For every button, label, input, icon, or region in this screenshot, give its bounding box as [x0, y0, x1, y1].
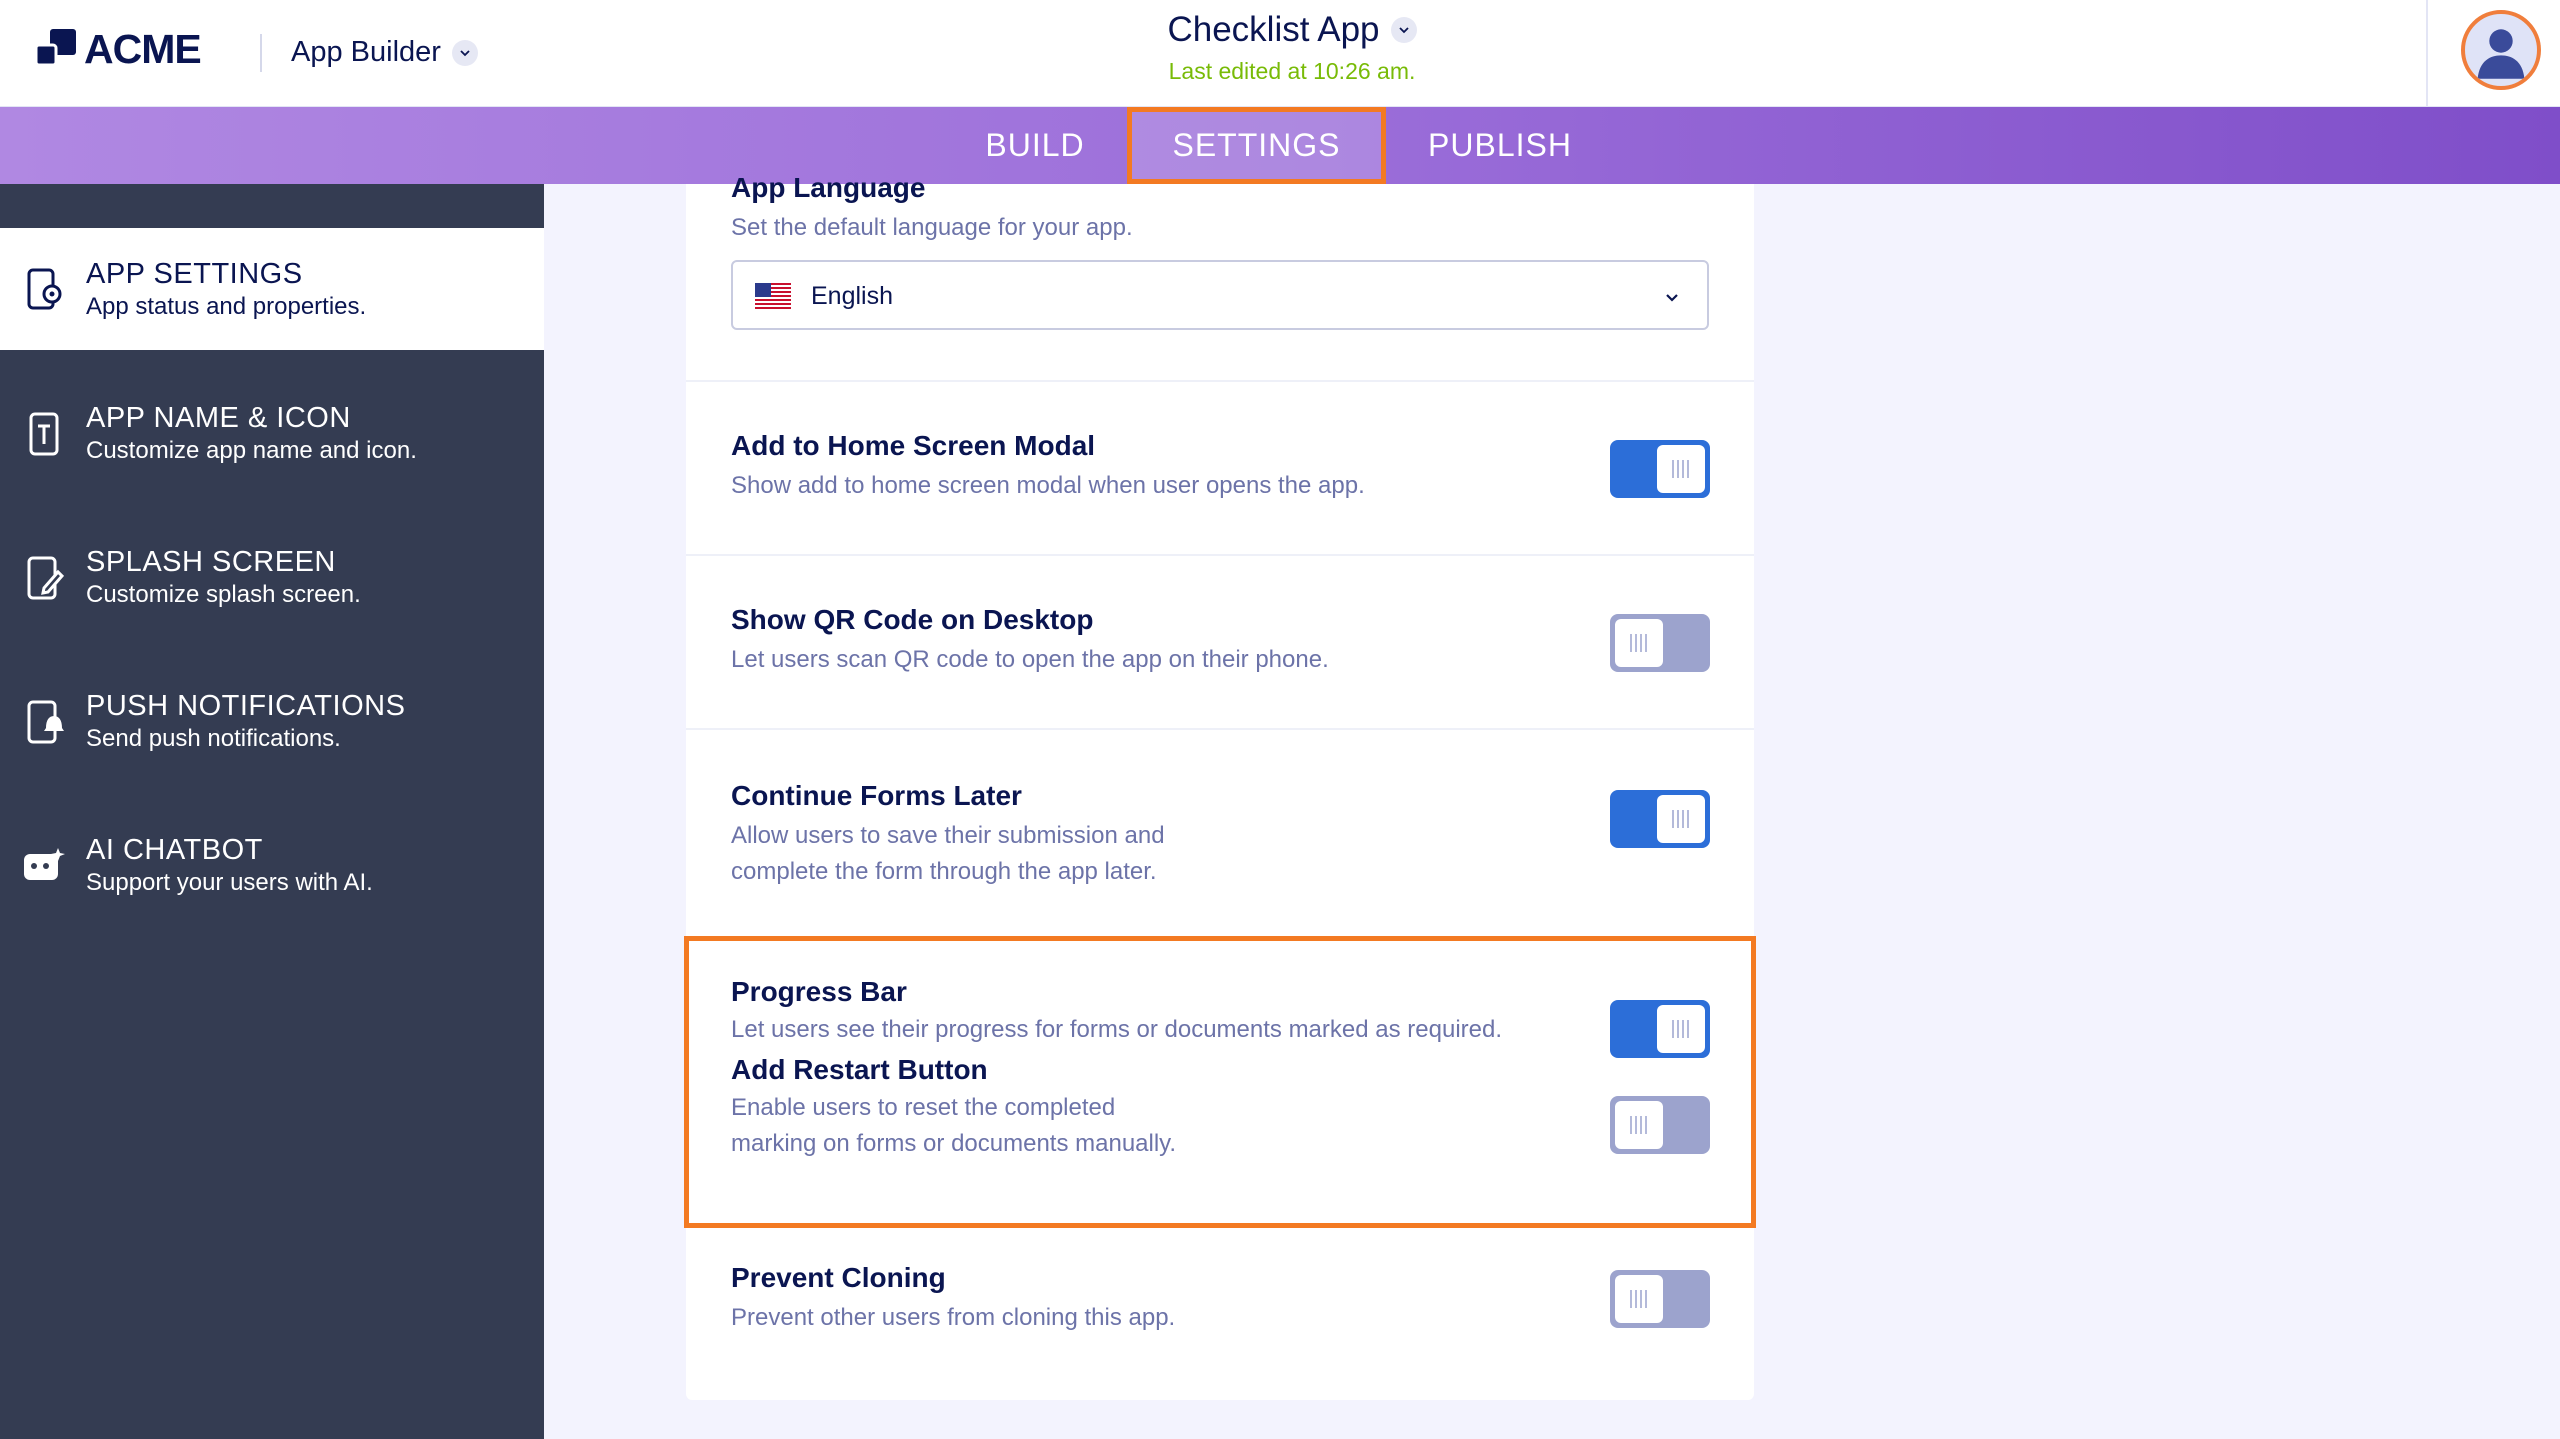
toggle-knob	[1657, 1005, 1705, 1053]
grip-icon	[1672, 460, 1689, 478]
us-flag-icon	[755, 283, 791, 309]
setting-title: Add Restart Button	[731, 1054, 988, 1085]
restart-button-toggle[interactable]	[1610, 1096, 1710, 1154]
toggle-knob	[1615, 619, 1663, 667]
language-select[interactable]: English	[731, 260, 1709, 330]
sidebar-item-title: AI CHATBOT	[86, 834, 263, 866]
text-phone-icon	[22, 410, 66, 458]
setting-desc-line2: marking on forms or documents manually.	[731, 1130, 1177, 1157]
sidebar-item-title: APP SETTINGS	[86, 258, 303, 290]
setting-desc: Let users scan QR code to open the app o…	[731, 646, 1329, 673]
user-icon	[2477, 29, 2525, 79]
main-nav: BUILD SETTINGS PUBLISH	[0, 107, 2560, 184]
grip-icon	[1672, 1020, 1689, 1038]
setting-desc-line1: Allow users to save their submission and	[731, 822, 1165, 849]
setting-title: App Language	[731, 172, 926, 203]
chevron-down-icon	[1666, 294, 1678, 302]
sidebar-item-desc: Support your users with AI.	[86, 869, 373, 896]
settings-sidebar: APP SETTINGS App status and properties. …	[0, 184, 544, 1439]
setting-desc: Show add to home screen modal when user …	[731, 472, 1365, 499]
app-title-area: Checklist App Last edited at 10:26 am.	[0, 10, 2560, 85]
grip-icon	[1672, 810, 1689, 828]
setting-title: Add to Home Screen Modal	[731, 430, 1096, 461]
progress-bar-toggle[interactable]	[1610, 1000, 1710, 1058]
setting-desc-line2: complete the form through the app later.	[731, 858, 1157, 885]
sidebar-item-splash-screen[interactable]: SPLASH SCREEN Customize splash screen.	[0, 516, 544, 638]
grip-icon	[1630, 634, 1647, 652]
prevent-cloning-toggle[interactable]	[1610, 1270, 1710, 1328]
app-title: Checklist App	[1167, 10, 1380, 49]
sidebar-item-app-settings[interactable]: APP SETTINGS App status and properties.	[0, 228, 544, 350]
setting-title: Prevent Cloning	[731, 1262, 946, 1293]
setting-desc: Set the default language for your app.	[731, 214, 1133, 241]
sidebar-item-desc: App status and properties.	[86, 293, 367, 320]
sidebar-item-title: PUSH NOTIFICATIONS	[86, 690, 406, 722]
setting-app-language: App Language Set the default language fo…	[686, 172, 1754, 382]
setting-desc-line1: Enable users to reset the completed	[731, 1094, 1116, 1121]
sidebar-item-push-notifications[interactable]: PUSH NOTIFICATIONS Send push notificatio…	[0, 660, 544, 782]
tab-build[interactable]: BUILD	[960, 107, 1110, 184]
toggle-knob	[1615, 1275, 1663, 1323]
sidebar-item-desc: Customize app name and icon.	[86, 437, 417, 464]
sidebar-item-ai-chatbot[interactable]: AI CHATBOT Support your users with AI.	[0, 804, 544, 926]
chevron-down-icon	[1390, 17, 1417, 43]
grip-icon	[1630, 1290, 1647, 1308]
setting-title: Progress Bar	[731, 976, 907, 1007]
bell-phone-icon	[22, 698, 66, 746]
toggle-knob	[1657, 795, 1705, 843]
tab-settings[interactable]: SETTINGS	[1127, 107, 1386, 184]
setting-qr-code: Show QR Code on Desktop Let users scan Q…	[686, 556, 1754, 730]
setting-group-progress: Progress Bar Let users see their progres…	[686, 936, 1754, 1228]
settings-phone-icon	[22, 266, 66, 314]
setting-desc: Let users see their progress for forms o…	[731, 1016, 1502, 1043]
top-bar: ACME App Builder Checklist App Last edit…	[0, 0, 2560, 107]
user-avatar[interactable]	[2461, 10, 2541, 90]
language-value: English	[811, 282, 893, 310]
continue-forms-toggle[interactable]	[1610, 790, 1710, 848]
setting-title: Continue Forms Later	[731, 780, 1022, 811]
grip-icon	[1630, 1116, 1647, 1134]
sidebar-item-app-name-icon[interactable]: APP NAME & ICON Customize app name and i…	[0, 372, 544, 494]
setting-prevent-cloning: Prevent Cloning Prevent other users from…	[686, 1228, 1754, 1400]
app-title-menu[interactable]: Checklist App	[1167, 10, 1417, 50]
qr-code-toggle[interactable]	[1610, 614, 1710, 672]
sidebar-item-title: APP NAME & ICON	[86, 402, 351, 434]
settings-panel: App Language Set the default language fo…	[686, 172, 1754, 1400]
toggle-knob	[1615, 1101, 1663, 1149]
sidebar-item-title: SPLASH SCREEN	[86, 546, 336, 578]
tab-publish[interactable]: PUBLISH	[1405, 107, 1595, 184]
sidebar-item-desc: Send push notifications.	[86, 725, 341, 752]
chatbot-icon	[22, 842, 66, 890]
setting-continue-forms-later: Continue Forms Later Allow users to save…	[686, 730, 1754, 936]
sidebar-item-desc: Customize splash screen.	[86, 581, 361, 608]
avatar-divider	[2426, 0, 2428, 107]
home-screen-modal-toggle[interactable]	[1610, 440, 1710, 498]
toggle-knob	[1657, 445, 1705, 493]
setting-title: Show QR Code on Desktop	[731, 604, 1094, 635]
setting-home-screen-modal: Add to Home Screen Modal Show add to hom…	[686, 382, 1754, 556]
setting-desc: Prevent other users from cloning this ap…	[731, 1304, 1176, 1331]
last-edited-text: Last edited at 10:26 am.	[1168, 58, 1416, 84]
edit-phone-icon	[22, 554, 66, 602]
